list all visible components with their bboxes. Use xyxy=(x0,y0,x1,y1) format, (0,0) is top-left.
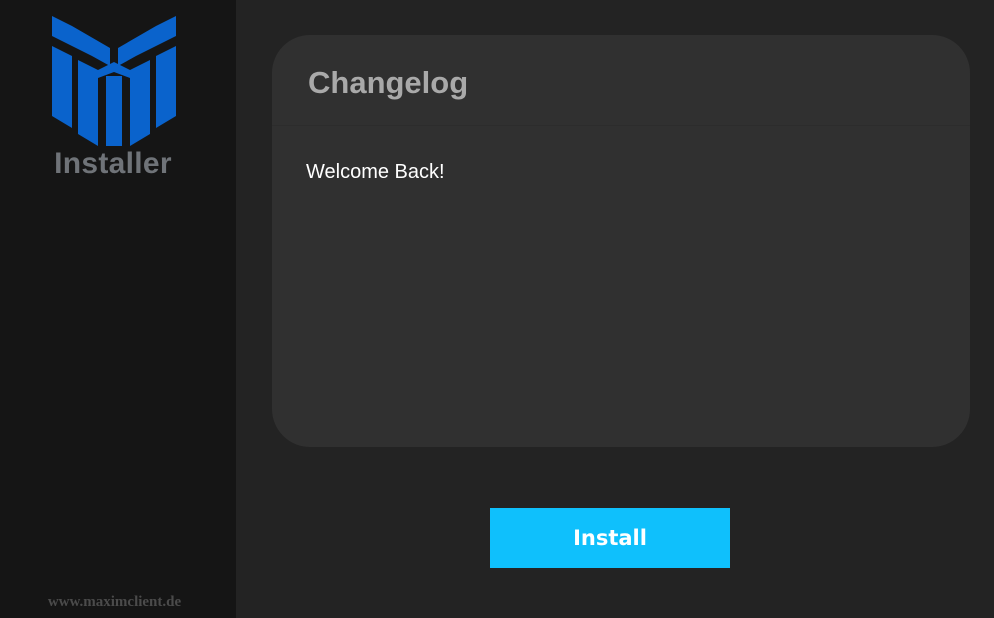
website-link[interactable]: www.maximclient.de xyxy=(0,594,229,611)
changelog-text: Welcome Back! xyxy=(306,161,445,183)
install-button[interactable]: Install xyxy=(490,508,730,568)
changelog-divider xyxy=(272,125,970,126)
brand-title: Installer xyxy=(54,147,172,180)
sidebar: Installer www.maximclient.de xyxy=(0,0,236,618)
changelog-title: Changelog xyxy=(308,65,469,100)
main-panel: Changelog Welcome Back! Install xyxy=(236,0,994,618)
changelog-card: Changelog Welcome Back! xyxy=(272,35,970,447)
maxim-logo-icon xyxy=(52,16,176,146)
